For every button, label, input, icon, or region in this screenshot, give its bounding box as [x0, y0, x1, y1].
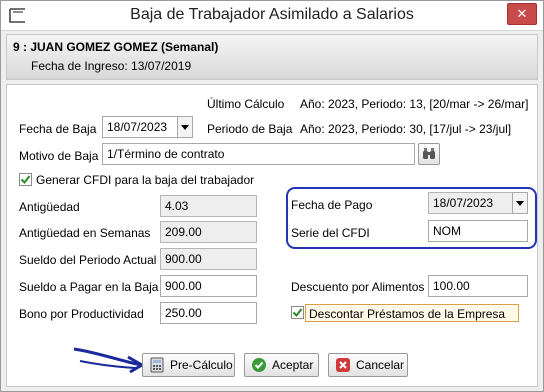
descontar-label: Descontar Préstamos de la Empresa [309, 307, 506, 321]
employee-header: 9 : JUAN GOMEZ GOMEZ (Semanal) Fecha de … [6, 34, 538, 80]
motivo-label: Motivo de Baja [19, 149, 99, 163]
motivo-field[interactable]: 1/Término de contrato [102, 143, 415, 165]
fecha-baja-dropdown[interactable] [177, 116, 193, 138]
chevron-down-icon [181, 124, 189, 130]
antiguedad-label: Antigüedad [19, 200, 80, 214]
antiguedad-semanas-field: 209.00 [160, 221, 257, 243]
alimentos-field[interactable]: 100.00 [428, 275, 528, 297]
sueldo-periodo-field: 900.00 [160, 248, 257, 270]
form-panel: Último Cálculo Año: 2023, Periodo: 13, [… [6, 84, 538, 387]
fecha-pago-field[interactable]: 18/07/2023 [428, 192, 513, 214]
alimentos-label: Descuento por Alimentos [291, 280, 425, 294]
bono-label: Bono por Productividad [19, 307, 144, 321]
precalculo-button-label: Pre-Cálculo [170, 358, 233, 372]
window-title: Baja de Trabajador Asimilado a Salarios [130, 6, 414, 23]
ultimo-calculo-label: Último Cálculo [207, 97, 285, 111]
cancel-icon [336, 358, 350, 372]
periodo-baja-label: Periodo de Baja [207, 122, 293, 136]
fecha-pago-dropdown[interactable] [512, 192, 528, 214]
calculator-icon [150, 357, 164, 373]
employee-name: 9 : JUAN GOMEZ GOMEZ (Semanal) [13, 40, 219, 54]
dialog-window: Baja de Trabajador Asimilado a Salarios … [0, 0, 544, 392]
descontar-checkbox[interactable] [291, 306, 304, 319]
descontar-label-box[interactable]: Descontar Préstamos de la Empresa [305, 304, 519, 322]
aceptar-button-label: Aceptar [272, 358, 314, 372]
cancelar-button[interactable]: Cancelar [328, 353, 408, 377]
sueldo-baja-field[interactable]: 900.00 [160, 275, 257, 297]
hire-date: Fecha de Ingreso: 13/07/2019 [31, 59, 192, 73]
antiguedad-semanas-label: Antigüedad en Semanas [19, 226, 151, 240]
fecha-baja-field[interactable]: 18/07/2023 [102, 116, 178, 138]
antiguedad-field: 4.03 [160, 195, 257, 217]
check-circle-icon [252, 358, 266, 372]
cfdi-checkbox-label: Generar CFDI para la baja del trabajador [36, 173, 255, 187]
ultimo-calculo-value: Año: 2023, Periodo: 13, [20/mar -> 26/ma… [300, 97, 529, 111]
title-bar: Baja de Trabajador Asimilado a Salarios … [1, 1, 543, 31]
serie-cfdi-label: Serie del CFDI [291, 226, 370, 240]
periodo-baja-value: Año: 2023, Periodo: 30, [17/jul -> 23/ju… [300, 122, 512, 136]
bono-field[interactable]: 250.00 [160, 302, 257, 324]
binoculars-icon [423, 148, 435, 159]
checkmark-icon [20, 175, 31, 185]
close-button[interactable]: ✕ [507, 3, 537, 25]
sueldo-periodo-label: Sueldo del Periodo Actual [19, 253, 157, 267]
chevron-down-icon [516, 200, 524, 206]
cancelar-button-label: Cancelar [356, 358, 405, 372]
checkmark-icon [292, 308, 303, 318]
fecha-baja-label: Fecha de Baja [19, 122, 97, 136]
sueldo-baja-label: Sueldo a Pagar en la Baja [19, 280, 159, 294]
fecha-pago-label: Fecha de Pago [291, 198, 373, 212]
precalculo-button[interactable]: Pre-Cálculo [142, 353, 235, 377]
serie-cfdi-field[interactable]: NOM [428, 220, 528, 242]
pointer-arrow-icon [73, 347, 143, 374]
cfdi-checkbox[interactable] [19, 173, 32, 186]
aceptar-button[interactable]: Aceptar [244, 353, 319, 377]
close-icon: ✕ [516, 6, 528, 21]
motivo-lookup-button[interactable] [418, 143, 440, 165]
